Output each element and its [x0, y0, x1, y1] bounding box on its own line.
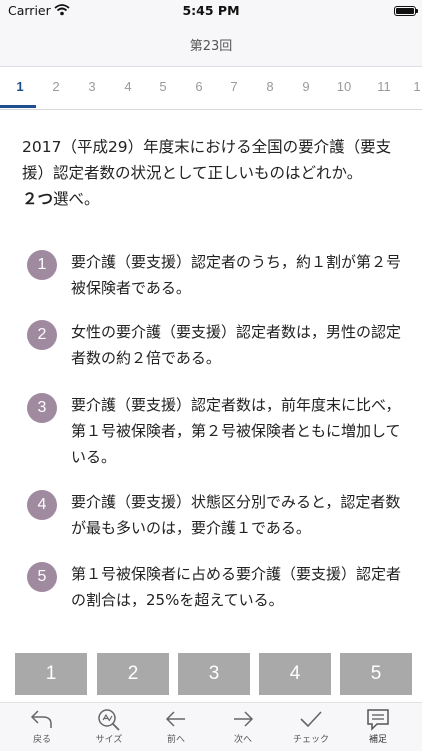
tab-11[interactable]: 11: [366, 67, 402, 109]
next-button[interactable]: 次へ: [213, 707, 273, 745]
status-time: 5:45 PM: [182, 3, 240, 18]
note-button[interactable]: 補足: [348, 707, 408, 745]
choice-number-badge: 3: [27, 393, 57, 423]
tab-5[interactable]: 5: [145, 67, 181, 109]
question-instruction: 選べ。: [53, 190, 100, 208]
checkmark-icon: [300, 711, 322, 728]
question-text: 2017（平成29）年度末における全国の要介護（要支援）認定者数の状況として正し…: [22, 134, 402, 212]
tab-2[interactable]: 2: [38, 67, 74, 109]
tab-1[interactable]: 1: [2, 67, 38, 109]
note-label: 補足: [368, 735, 387, 745]
zoom-icon: [98, 709, 120, 731]
check-button[interactable]: チェック: [281, 707, 341, 745]
size-button[interactable]: サイズ: [79, 707, 139, 745]
page-title: 第23回: [189, 38, 233, 54]
choice-text: 要介護（要支援）認定者数は，前年度末に比べ，第１号被保険者，第２号被保険者ともに…: [71, 396, 401, 466]
answer-bar: 1 2 3 4 5: [0, 653, 422, 695]
choice-text: 女性の要介護（要支援）認定者数は，男性の認定者数の約２倍である。: [71, 323, 402, 367]
next-label: 次へ: [233, 735, 252, 745]
status-bar: Carrier 5:45 PM: [0, 0, 422, 22]
bottom-toolbar: 戻る サイズ 前へ 次へ チェック 補足: [0, 702, 422, 751]
prev-button[interactable]: 前へ: [146, 707, 206, 745]
back-button[interactable]: 戻る: [12, 707, 72, 745]
check-label: チェック: [292, 735, 329, 745]
tab-6[interactable]: 6: [181, 67, 217, 109]
answer-button-5[interactable]: 5: [340, 653, 412, 695]
answer-button-2[interactable]: 2: [97, 653, 169, 695]
tab-9[interactable]: 9: [288, 67, 324, 109]
choice-number-badge: 2: [27, 320, 57, 350]
choice-text: 第１号被保険者に占める要介護（要支援）認定者の割合は，25%を超えている。: [71, 565, 402, 609]
arrow-right-icon: [234, 711, 254, 727]
comment-icon: [367, 709, 389, 731]
active-tab-indicator: [0, 105, 36, 108]
choice-text: 要介護（要支援）認定者のうち，約１割が第２号被保険者である。: [71, 253, 402, 297]
arrow-left-icon: [165, 711, 185, 727]
return-icon: [30, 710, 52, 728]
answer-button-1[interactable]: 1: [15, 653, 87, 695]
nav-bar: 第23回: [0, 22, 422, 67]
question-tabs: 1 2 3 4 5 6 7 8 9 10 11 1: [0, 67, 422, 110]
tab-4[interactable]: 4: [110, 67, 146, 109]
tab-7[interactable]: 7: [216, 67, 252, 109]
tab-3[interactable]: 3: [74, 67, 110, 109]
prev-label: 前へ: [166, 735, 185, 745]
choice-text: 要介護（要支援）状態区分別でみると，認定者数が最も多いのは，要介護１である。: [71, 493, 401, 537]
choice-number-badge: 5: [27, 562, 57, 592]
choice-number-badge: 1: [27, 250, 57, 280]
answer-button-4[interactable]: 4: [259, 653, 331, 695]
tab-8[interactable]: 8: [252, 67, 288, 109]
question-emphasis: ２つ: [22, 190, 54, 208]
battery-icon: [394, 6, 418, 16]
question-body: 2017（平成29）年度末における全国の要介護（要支援）認定者数の状況として正し…: [22, 138, 392, 182]
tab-10[interactable]: 10: [326, 67, 362, 109]
choice-number-badge: 4: [27, 490, 57, 520]
tab-12[interactable]: 1: [402, 67, 422, 109]
answer-button-3[interactable]: 3: [178, 653, 250, 695]
back-label: 戻る: [32, 735, 51, 745]
size-label: サイズ: [95, 735, 123, 745]
